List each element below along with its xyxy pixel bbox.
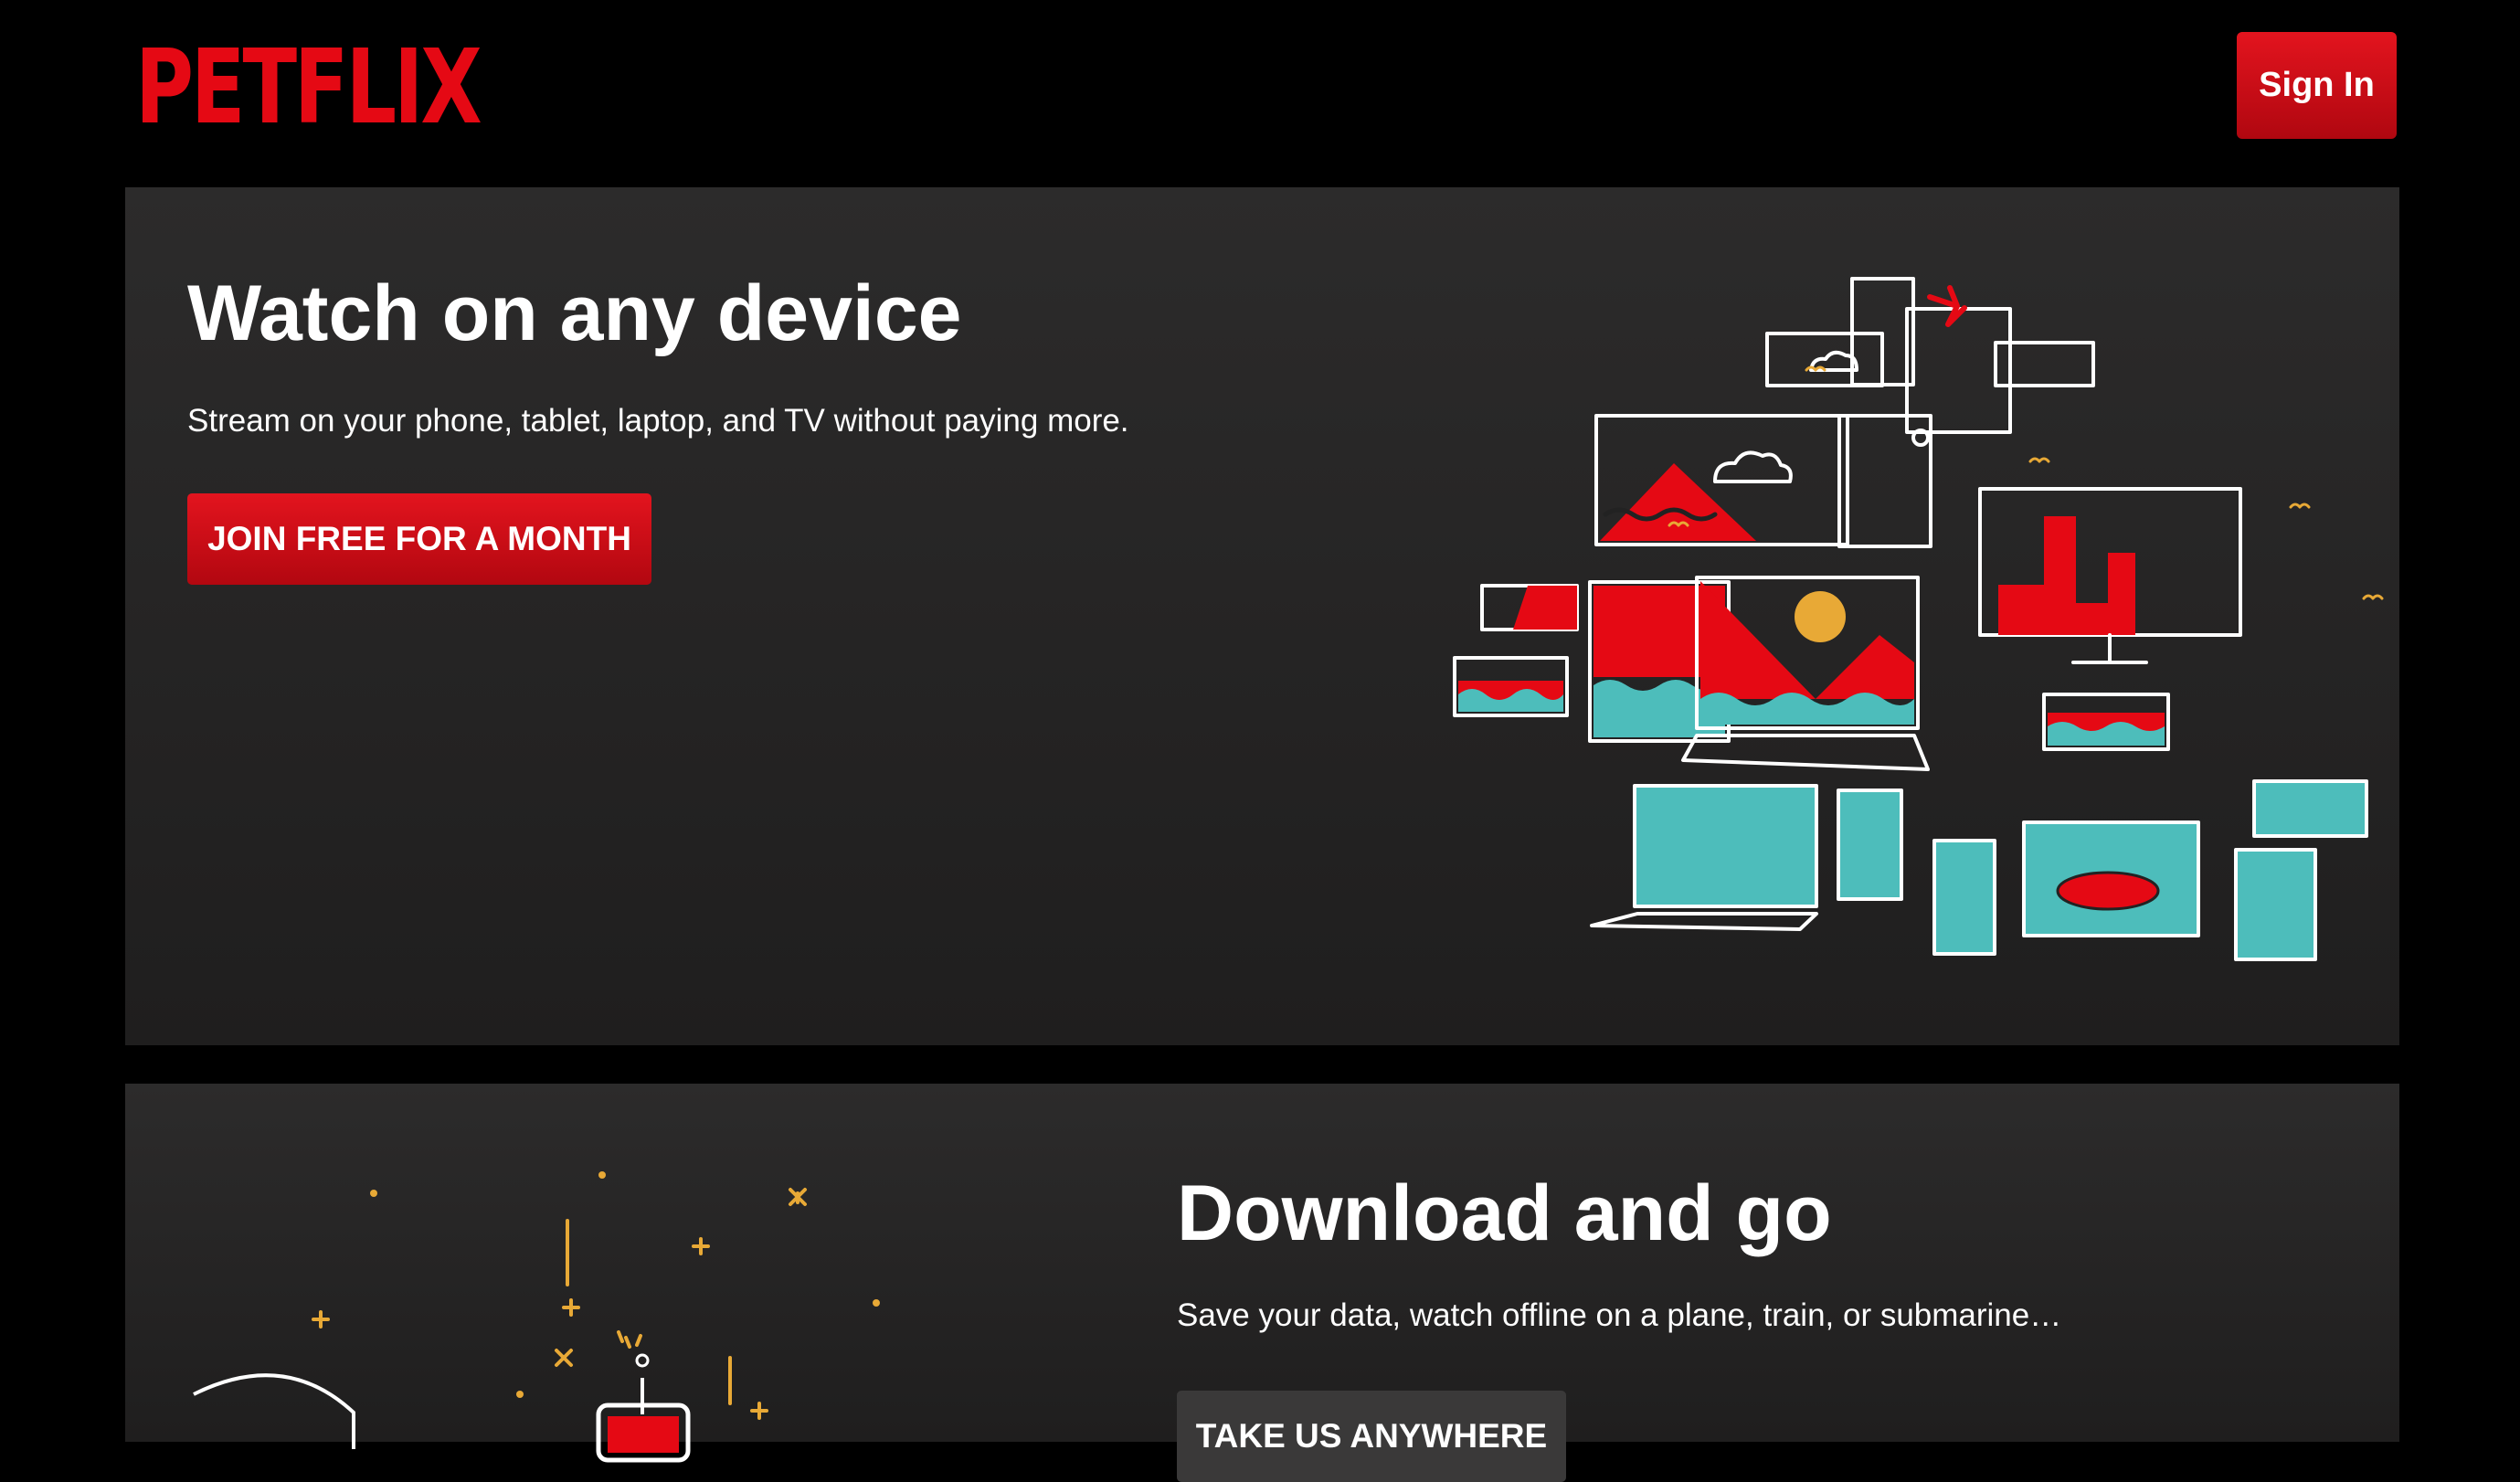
section-subtitle: Save your data, watch offline on a plane… [1177, 1297, 2062, 1333]
section-title: Watch on any device [187, 270, 962, 357]
section-title: Download and go [1177, 1170, 1832, 1257]
petflix-logo[interactable]: PETFLIX [135, 37, 482, 139]
devices-illustration [1453, 277, 2384, 961]
join-free-button[interactable]: JOIN FREE FOR A MONTH [187, 493, 651, 585]
take-us-anywhere-button[interactable]: TAKE US ANYWHERE [1177, 1391, 1566, 1482]
watch-on-any-device-section: Watch on any device Stream on your phone… [125, 187, 2399, 1045]
section-subtitle: Stream on your phone, tablet, laptop, an… [187, 403, 1129, 439]
download-illustration [193, 1171, 880, 1463]
download-and-go-section: Download and go Save your data, watch of… [125, 1084, 2399, 1482]
sign-in-button[interactable]: Sign In [2237, 32, 2397, 139]
